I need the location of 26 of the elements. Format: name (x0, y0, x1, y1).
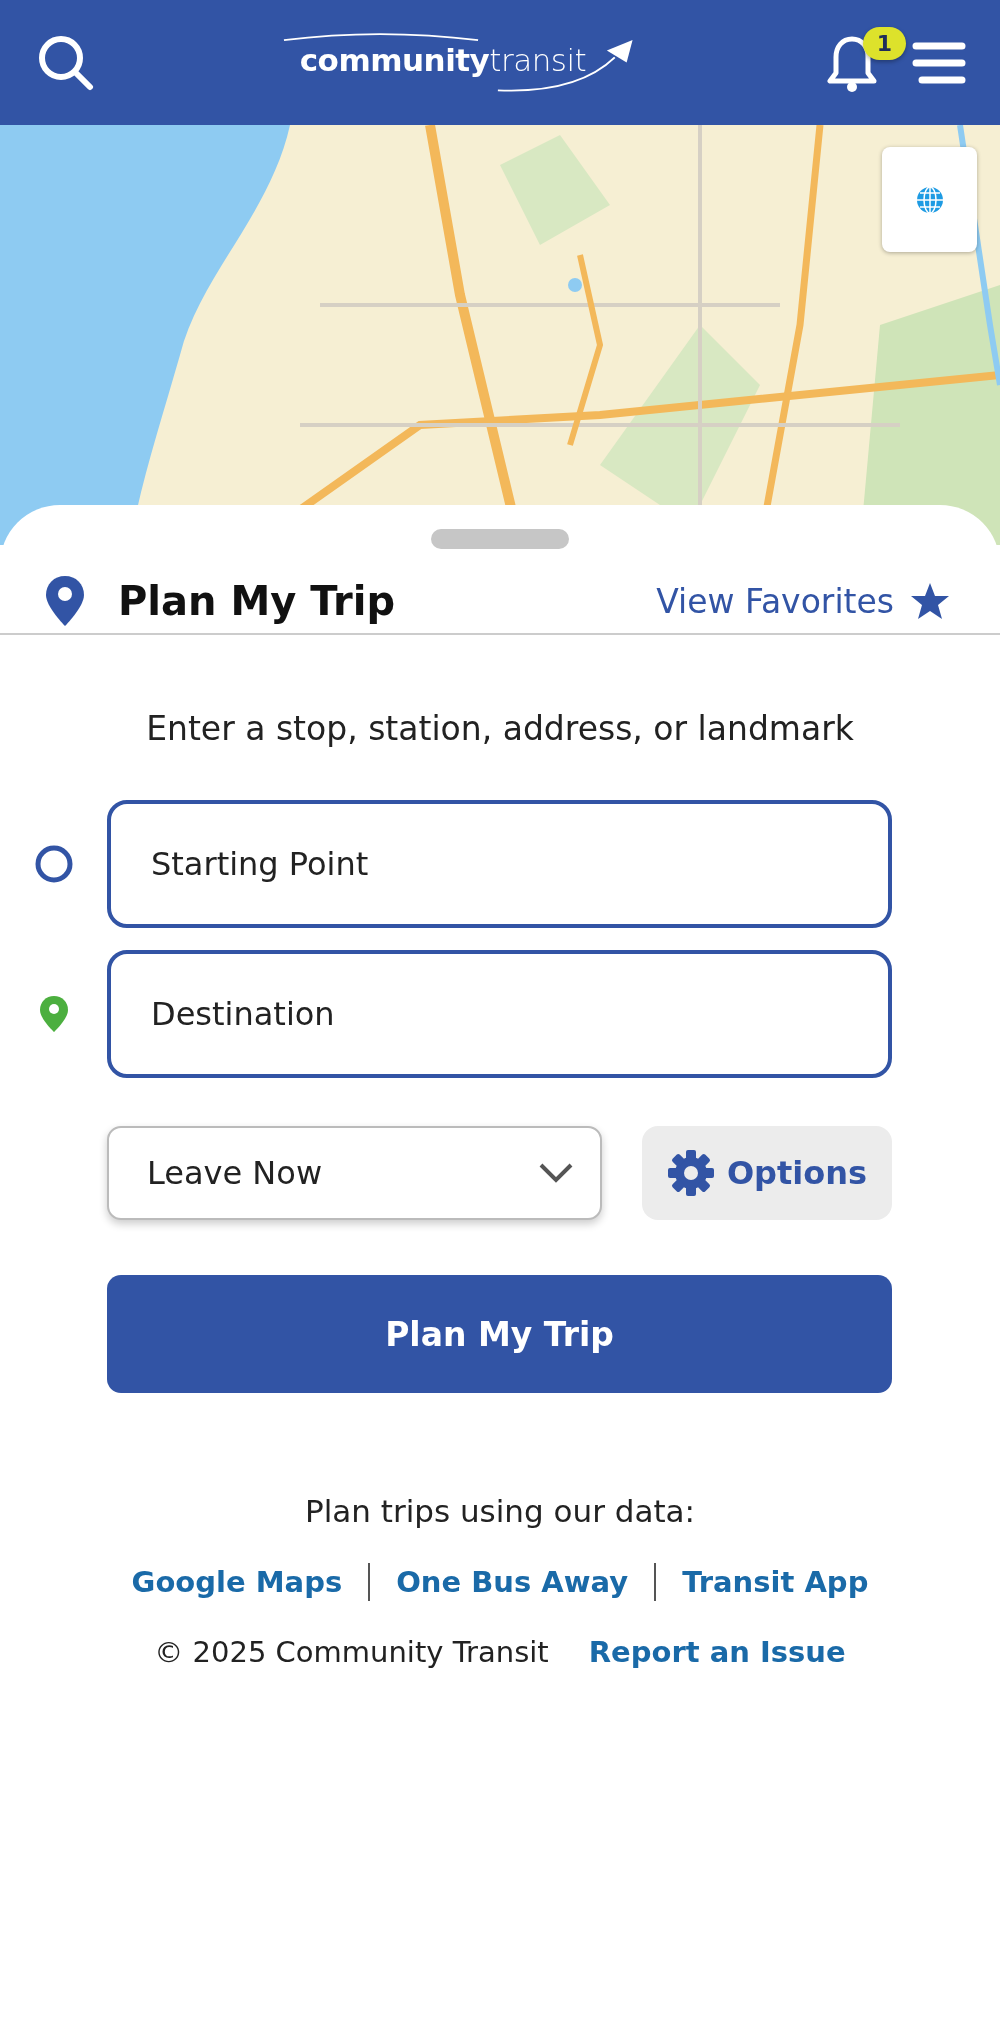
data-partner-link[interactable]: Google Maps (105, 1565, 369, 1599)
notification-badge: 1 (862, 26, 906, 60)
chevron-down-icon (538, 1162, 574, 1184)
gear-icon (666, 1149, 715, 1197)
options-button[interactable]: Options (642, 1126, 892, 1220)
starting-point-field[interactable]: Starting Point (107, 800, 892, 928)
data-partner-link[interactable]: Transit App (656, 1565, 895, 1599)
star-icon (910, 582, 950, 620)
departure-time-select[interactable]: Leave Now (107, 1126, 602, 1220)
drag-handle[interactable] (431, 529, 569, 549)
report-issue-link[interactable]: Report an Issue (588, 1635, 846, 1669)
data-partner-link[interactable]: One Bus Away (370, 1565, 655, 1599)
view-favorites-link[interactable]: View Favorites (656, 581, 950, 621)
location-pin-icon (44, 574, 86, 628)
destination-pin-icon (38, 995, 69, 1033)
menu-icon[interactable] (912, 41, 966, 84)
origin-circle-icon (33, 844, 74, 884)
language-button[interactable] (882, 147, 977, 252)
logo[interactable]: communitytransit (279, 27, 637, 98)
data-intro-text: Plan trips using our data: (303, 1493, 697, 1529)
panel-title: Plan My Trip (118, 578, 396, 624)
destination-field[interactable]: Destination (107, 950, 892, 1078)
copyright-text: © 2025 Community Transit (154, 1635, 549, 1669)
search-icon[interactable] (38, 34, 94, 91)
instruction-text: Enter a stop, station, address, or landmark (145, 709, 855, 748)
plan-trip-button[interactable]: Plan My Trip (107, 1275, 892, 1393)
